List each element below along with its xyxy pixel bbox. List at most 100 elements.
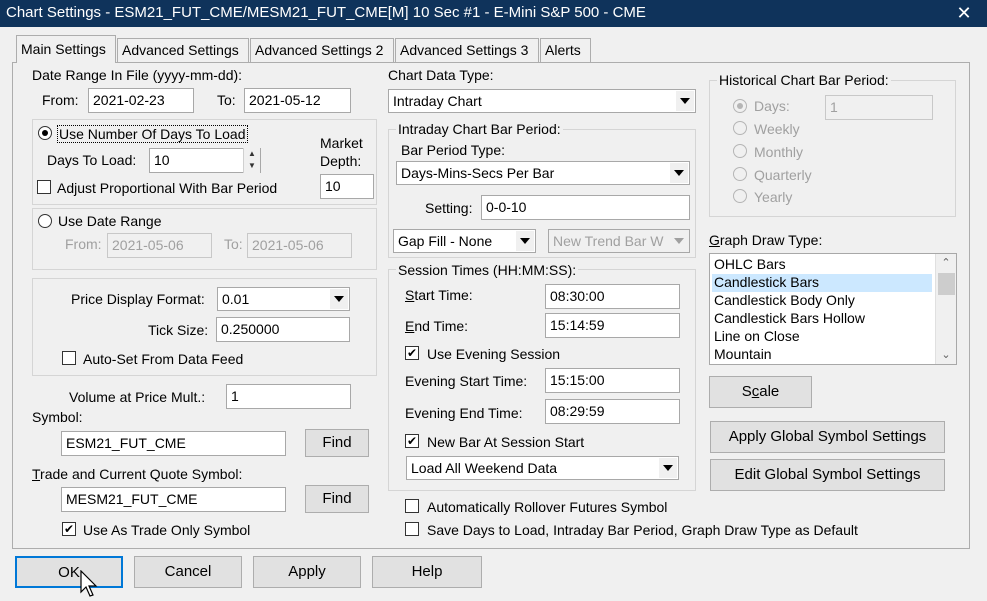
chevron-down-icon[interactable] <box>659 458 677 478</box>
help-button[interactable]: Help <box>372 556 482 588</box>
list-item[interactable]: Mountain <box>712 346 772 364</box>
auto-set-label: Auto-Set From Data Feed <box>83 351 244 367</box>
price-display-format-select[interactable]: 0.01 <box>217 287 350 311</box>
volume-mult-field[interactable]: 1 <box>226 384 351 409</box>
list-item-selected[interactable]: Candlestick Bars <box>712 274 932 292</box>
chevron-down-icon[interactable] <box>516 231 534 251</box>
historical-days-radio[interactable] <box>733 99 747 113</box>
apply-button[interactable]: Apply <box>253 556 361 588</box>
save-default-checkbox[interactable] <box>405 522 419 536</box>
window-title: Chart Settings - ESM21_FUT_CME/MESM21_FU… <box>6 4 646 21</box>
historical-yearly-label: Yearly <box>754 189 793 205</box>
list-item[interactable]: Candlestick Body Only <box>712 292 855 310</box>
chevron-down-icon[interactable]: ⌄ <box>936 346 956 364</box>
symbol-find-button[interactable]: Find <box>305 429 369 457</box>
historical-yearly-radio[interactable] <box>733 189 747 203</box>
chevron-up-icon[interactable]: ⌃ <box>936 254 956 272</box>
list-item[interactable]: Line on Close <box>712 328 800 346</box>
date-from-field[interactable]: 2021-02-23 <box>88 88 194 113</box>
list-scrollbar[interactable]: ⌃ ⌄ <box>935 254 956 364</box>
chevron-down-icon[interactable] <box>330 289 348 309</box>
use-days-radio[interactable] <box>38 126 52 140</box>
historical-monthly-radio[interactable] <box>733 144 747 158</box>
historical-group-label: Historical Chart Bar Period: <box>717 72 891 88</box>
weekend-data-select[interactable]: Load All Weekend Data <box>406 456 679 480</box>
tab-advanced-settings-3[interactable]: Advanced Settings 3 <box>395 38 539 62</box>
evening-end-field[interactable]: 08:29:59 <box>545 399 680 424</box>
range-to-field[interactable]: 2021-05-06 <box>247 233 352 258</box>
historical-days-field[interactable]: 1 <box>825 95 933 120</box>
chevron-down-icon[interactable] <box>670 163 688 183</box>
scale-button[interactable]: Scale <box>709 376 812 408</box>
evening-start-field[interactable]: 15:15:00 <box>545 368 680 393</box>
bar-period-type-select[interactable]: Days-Mins-Secs Per Bar <box>396 161 690 185</box>
tab-advanced-settings-2[interactable]: Advanced Settings 2 <box>250 38 394 62</box>
tab-advanced-settings[interactable]: Advanced Settings <box>117 38 249 62</box>
price-display-format-label: Price Display Format: <box>71 291 205 307</box>
graph-draw-type-list[interactable]: OHLC Bars Candlestick Bars Candlestick B… <box>709 253 957 365</box>
use-date-range-radio[interactable] <box>38 214 52 228</box>
scrollbar-thumb[interactable] <box>938 273 955 295</box>
range-from-label: From: <box>65 236 102 252</box>
graph-draw-type-label: Graph Draw Type: <box>709 232 823 248</box>
new-bar-session-label: New Bar At Session Start <box>427 434 585 450</box>
historical-quarterly-radio[interactable] <box>733 167 747 181</box>
auto-set-checkbox[interactable] <box>62 351 76 365</box>
end-time-field[interactable]: 15:14:59 <box>545 313 680 338</box>
apply-global-button[interactable]: Apply Global Symbol Settings <box>710 421 945 453</box>
list-item[interactable]: Candlestick Bars Hollow <box>712 310 865 328</box>
days-to-load-label: Days To Load: <box>47 152 137 168</box>
trade-only-checkbox[interactable]: ✔ <box>62 522 76 536</box>
new-trend-bar-select[interactable]: New Trend Bar W <box>548 229 690 253</box>
tick-size-field[interactable]: 0.250000 <box>216 317 350 342</box>
tab-main-settings[interactable]: Main Settings <box>16 35 116 63</box>
gap-fill-value: Gap Fill - None <box>398 233 493 249</box>
chevron-down-icon[interactable] <box>676 91 694 111</box>
market-depth-label-2: Depth: <box>320 153 362 169</box>
start-time-field[interactable]: 08:30:00 <box>545 284 680 309</box>
tab-alerts[interactable]: Alerts <box>540 38 591 62</box>
gap-fill-select[interactable]: Gap Fill - None <box>393 229 536 253</box>
chart-data-type-select[interactable]: Intraday Chart <box>388 89 696 113</box>
end-time-label: End Time: <box>405 318 469 334</box>
session-times-label: Session Times (HH:MM:SS): <box>396 262 579 278</box>
trade-only-label: Use As Trade Only Symbol <box>83 522 251 538</box>
days-spinner[interactable]: ▲ ▼ <box>243 148 260 173</box>
list-item[interactable]: OHLC Bars <box>712 256 786 274</box>
symbol-field[interactable]: ESM21_FUT_CME <box>61 431 286 456</box>
trade-symbol-label: Trade and Current Quote Symbol: <box>32 466 243 482</box>
date-to-field[interactable]: 2021-05-12 <box>244 88 351 113</box>
evening-session-checkbox[interactable]: ✔ <box>405 346 419 360</box>
spin-down-icon[interactable]: ▼ <box>244 160 260 172</box>
edit-global-button[interactable]: Edit Global Symbol Settings <box>710 459 945 491</box>
adjust-proportional-checkbox[interactable] <box>37 180 51 194</box>
use-days-label[interactable]: Use Number Of Days To Load <box>57 125 248 143</box>
new-bar-session-checkbox[interactable]: ✔ <box>405 434 419 448</box>
cancel-button[interactable]: Cancel <box>134 556 242 588</box>
range-to-label: To: <box>224 236 243 252</box>
market-depth-field[interactable]: 10 <box>320 174 374 199</box>
trade-symbol-field[interactable]: MESM21_FUT_CME <box>61 487 286 512</box>
evening-end-label: Evening End Time: <box>405 405 523 421</box>
historical-weekly-radio[interactable] <box>733 121 747 135</box>
check-icon: ✔ <box>406 434 418 448</box>
rollover-checkbox[interactable] <box>405 499 419 513</box>
chevron-down-icon[interactable] <box>670 231 688 251</box>
market-depth-label-1: Market <box>320 135 363 151</box>
new-trend-bar-value: New Trend Bar W <box>553 233 664 249</box>
trade-symbol-find-button[interactable]: Find <box>305 485 369 513</box>
setting-field[interactable]: 0-0-10 <box>481 195 690 220</box>
price-format-value: 0.01 <box>222 291 250 307</box>
chart-data-type-value: Intraday Chart <box>393 93 482 109</box>
ok-button[interactable]: OK <box>15 556 123 588</box>
bar-period-type-value: Days-Mins-Secs Per Bar <box>401 165 555 181</box>
spin-up-icon[interactable]: ▲ <box>244 148 260 160</box>
volume-mult-label: Volume at Price Mult.: <box>69 389 206 405</box>
rollover-label: Automatically Rollover Futures Symbol <box>427 499 668 515</box>
evening-start-label: Evening Start Time: <box>405 373 528 389</box>
close-icon[interactable]: ✕ <box>941 0 987 27</box>
to-label: To: <box>217 92 236 108</box>
evening-session-label: Use Evening Session <box>427 346 561 362</box>
range-from-field[interactable]: 2021-05-06 <box>107 233 212 258</box>
adjust-proportional-label: Adjust Proportional With Bar Period <box>57 180 278 196</box>
